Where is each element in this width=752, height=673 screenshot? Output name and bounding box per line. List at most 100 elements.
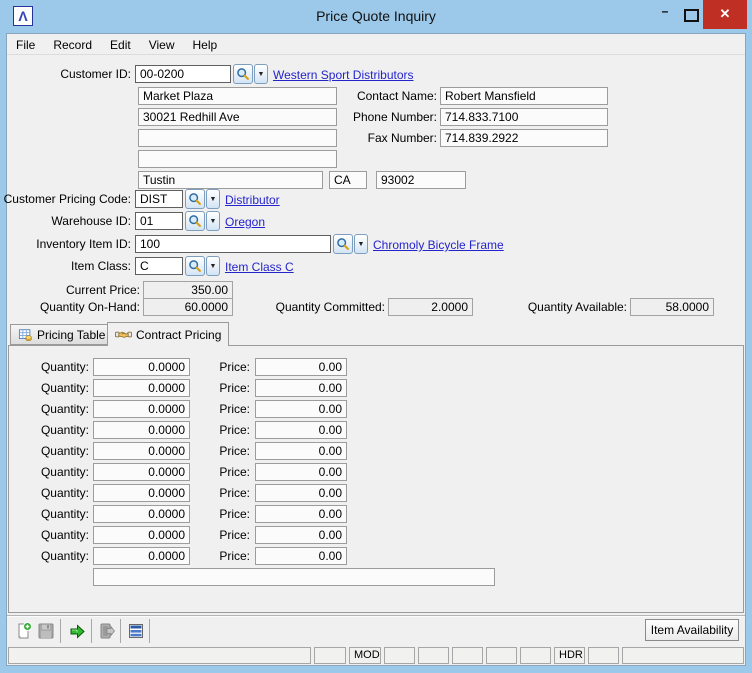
tab-pricing-table[interactable]: Pricing Table	[10, 324, 113, 345]
new-record-icon	[14, 622, 33, 641]
magnifier-icon	[188, 259, 202, 273]
quantity-label: Quantity:	[0, 507, 89, 521]
warehouse-id-label: Warehouse ID:	[0, 214, 131, 228]
status-segment	[8, 647, 311, 664]
magnifier-icon	[188, 192, 202, 206]
price-label: Price:	[160, 381, 250, 395]
state-field: CA	[329, 171, 367, 189]
price-field[interactable]: 0.00	[255, 526, 347, 544]
qty-available-label: Quantity Available:	[487, 300, 627, 314]
tab-contract-pricing[interactable]: Contract Pricing	[107, 322, 229, 346]
menu-bar: File Record Edit View Help	[7, 35, 745, 54]
warehouse-link[interactable]: Oregon	[225, 215, 265, 229]
price-field[interactable]: 0.00	[255, 400, 347, 418]
current-price-field: 350.00	[143, 281, 233, 299]
item-class-label: Item Class:	[0, 259, 131, 273]
current-price-label: Current Price:	[0, 283, 140, 297]
price-field[interactable]: 0.00	[255, 421, 347, 439]
note-field[interactable]	[93, 568, 495, 586]
item-class-link[interactable]: Item Class C	[225, 260, 294, 274]
inventory-item-link[interactable]: Chromoly Bicycle Frame	[373, 238, 504, 252]
next-record-button[interactable]	[66, 620, 88, 642]
qty-on-hand-field: 60.0000	[143, 298, 233, 316]
price-field[interactable]: 0.00	[255, 358, 347, 376]
price-label: Price:	[160, 549, 250, 563]
close-button[interactable]: ✕	[703, 0, 747, 29]
maximize-button[interactable]	[678, 0, 704, 29]
status-segment	[520, 647, 551, 664]
quantity-label: Quantity:	[0, 423, 89, 437]
quantity-label: Quantity:	[0, 465, 89, 479]
warehouse-id-field[interactable]: 01	[135, 212, 183, 230]
fax-number-field: 714.839.2922	[440, 129, 608, 147]
magnifier-icon	[188, 214, 202, 228]
tab-contract-pricing-label: Contract Pricing	[136, 328, 221, 342]
price-label: Price:	[160, 423, 250, 437]
price-field[interactable]: 0.00	[255, 547, 347, 565]
customer-dropdown-button[interactable]: ▼	[254, 64, 268, 84]
phone-number-label: Phone Number:	[300, 110, 437, 124]
save-button[interactable]	[35, 620, 57, 642]
pricing-table-icon	[18, 328, 33, 342]
quantity-label: Quantity:	[0, 381, 89, 395]
customer-lookup-button[interactable]	[233, 64, 253, 84]
quantity-label: Quantity:	[0, 528, 89, 542]
qty-committed-field: 2.0000	[388, 298, 473, 316]
item-class-dropdown-button[interactable]: ▼	[206, 256, 220, 276]
menu-view[interactable]: View	[140, 36, 184, 54]
magnifier-icon	[236, 67, 250, 81]
price-label: Price:	[160, 507, 250, 521]
new-record-button[interactable]	[12, 620, 34, 642]
toolbar-separator	[149, 619, 150, 643]
item-availability-button[interactable]: Item Availability	[645, 619, 739, 641]
price-field[interactable]: 0.00	[255, 484, 347, 502]
customer-id-label: Customer ID:	[0, 67, 131, 81]
menu-divider	[7, 54, 745, 55]
title-bar: Λ Price Quote Inquiry – ✕	[0, 0, 752, 33]
price-field[interactable]: 0.00	[255, 379, 347, 397]
inventory-item-label: Inventory Item ID:	[0, 237, 131, 251]
status-segment	[588, 647, 619, 664]
inventory-item-dropdown-button[interactable]: ▼	[354, 234, 368, 254]
inventory-item-field[interactable]: 100	[135, 235, 331, 253]
price-label: Price:	[160, 486, 250, 500]
pricing-code-field[interactable]: DIST	[135, 190, 183, 208]
item-class-lookup-button[interactable]	[185, 256, 205, 276]
green-arrow-icon	[68, 622, 87, 641]
save-icon	[37, 622, 55, 640]
pricing-code-link[interactable]: Distributor	[225, 193, 280, 207]
status-segment	[452, 647, 483, 664]
price-field[interactable]: 0.00	[255, 463, 347, 481]
customer-name-link[interactable]: Western Sport Distributors	[273, 68, 414, 82]
contact-name-label: Contact Name:	[300, 89, 437, 103]
warehouse-lookup-button[interactable]	[185, 211, 205, 231]
menu-help[interactable]: Help	[184, 36, 227, 54]
exit-button[interactable]	[96, 620, 118, 642]
inventory-item-lookup-button[interactable]	[333, 234, 353, 254]
customer-id-field[interactable]: 00-0200	[135, 65, 231, 83]
city-field: Tustin	[138, 171, 323, 189]
list-icon	[127, 622, 145, 640]
list-button[interactable]	[125, 620, 147, 642]
price-label: Price:	[160, 528, 250, 542]
menu-edit[interactable]: Edit	[101, 36, 140, 54]
pricing-code-dropdown-button[interactable]: ▼	[206, 189, 220, 209]
quantity-label: Quantity:	[0, 360, 89, 374]
quantity-label: Quantity:	[0, 402, 89, 416]
price-field[interactable]: 0.00	[255, 505, 347, 523]
status-segment	[486, 647, 517, 664]
menu-file[interactable]: File	[7, 36, 44, 54]
menu-record[interactable]: Record	[44, 36, 101, 54]
price-label: Price:	[160, 444, 250, 458]
item-class-field[interactable]: C	[135, 257, 183, 275]
fax-number-label: Fax Number:	[300, 131, 437, 145]
warehouse-dropdown-button[interactable]: ▼	[206, 211, 220, 231]
minimize-button[interactable]: –	[652, 0, 678, 29]
pricing-code-label: Customer Pricing Code:	[0, 192, 131, 206]
tab-pricing-table-label: Pricing Table	[37, 328, 105, 342]
status-mod: MOD	[349, 647, 381, 664]
price-field[interactable]: 0.00	[255, 442, 347, 460]
toolbar-divider	[7, 615, 745, 617]
status-segment	[622, 647, 744, 664]
pricing-code-lookup-button[interactable]	[185, 189, 205, 209]
